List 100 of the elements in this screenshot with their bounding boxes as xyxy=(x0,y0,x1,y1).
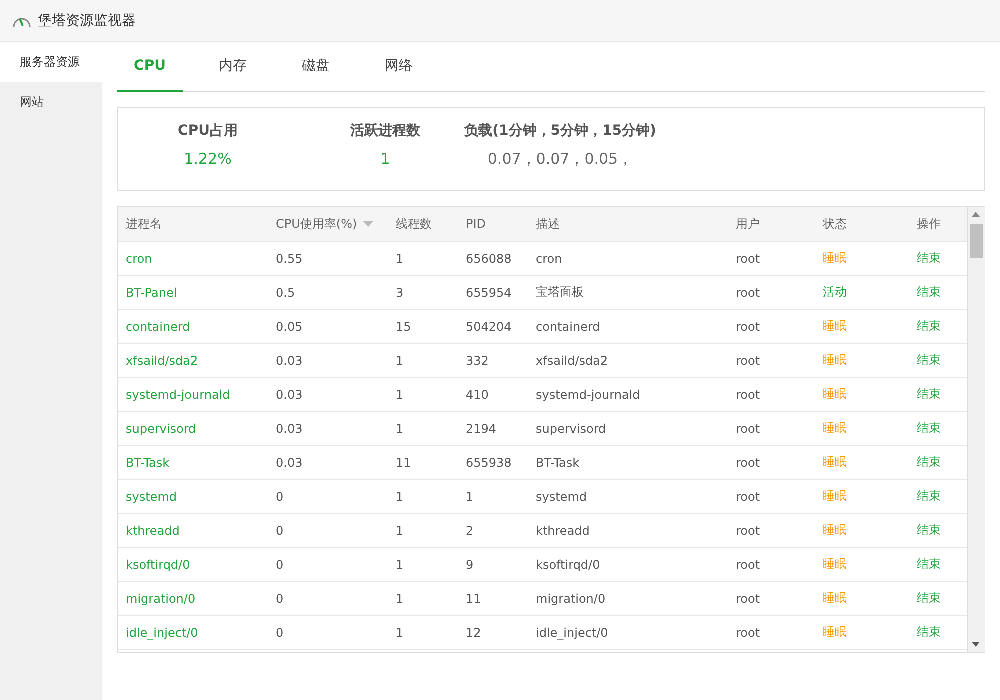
status-text: 睡眠 xyxy=(823,590,848,607)
column-header[interactable]: 用户 xyxy=(736,216,823,232)
status-text: 睡眠 xyxy=(823,352,848,369)
end-process-link[interactable]: 结束 xyxy=(917,556,967,573)
table-cell-text: root xyxy=(736,320,762,334)
sort-descending-icon xyxy=(363,221,374,227)
column-header[interactable]: 进程名 xyxy=(126,216,276,232)
stat-label: 活跃进程数 xyxy=(350,122,420,140)
table-cell-text: 0 xyxy=(276,592,285,606)
scroll-up-icon[interactable] xyxy=(972,212,980,217)
table-cell-text: 11 xyxy=(396,456,412,470)
table-cell-text: 1 xyxy=(396,524,405,538)
table-cell-text: systemd xyxy=(536,490,588,504)
process-name-link[interactable]: migration/0 xyxy=(126,592,276,606)
end-process-link[interactable]: 结束 xyxy=(917,522,967,539)
scrollbar[interactable] xyxy=(967,207,985,652)
process-name-link[interactable]: BT-Panel xyxy=(126,286,276,300)
table-cell-text: root xyxy=(736,626,762,640)
status-text: 睡眠 xyxy=(823,250,848,267)
table-cell-text: 15 xyxy=(396,320,412,334)
end-process-link[interactable]: 结束 xyxy=(917,420,967,437)
end-process-link[interactable]: 结束 xyxy=(917,590,967,607)
table-cell-text: 0.05 xyxy=(276,320,304,334)
table-cell-text: 0.03 xyxy=(276,456,304,470)
table-cell-text: kthreadd xyxy=(536,524,591,538)
table-cell-text: root xyxy=(736,286,762,300)
column-header[interactable]: 状态 xyxy=(823,216,917,232)
end-process-link[interactable]: 结束 xyxy=(917,624,967,641)
table-cell-text: 655938 xyxy=(466,456,513,470)
table-cell-text: 3 xyxy=(396,286,405,300)
table-cell-text: containerd xyxy=(536,320,602,334)
table-cell-text: 0.5 xyxy=(276,286,296,300)
process-name-link[interactable]: cron xyxy=(126,252,276,266)
table-cell-text: 0 xyxy=(276,558,285,572)
table-cell-text: root xyxy=(736,524,762,538)
table-cell-text: root xyxy=(736,354,762,368)
end-process-link[interactable]: 结束 xyxy=(917,488,967,505)
table-cell-text: 1 xyxy=(396,626,405,640)
tab[interactable]: 网络 xyxy=(366,42,432,92)
table-cell-text: 1 xyxy=(396,388,405,402)
table-cell-text: 宝塔面板 xyxy=(536,284,585,301)
end-process-link[interactable]: 结束 xyxy=(917,250,967,267)
table-cell-text: 0 xyxy=(276,524,285,538)
end-process-link[interactable]: 结束 xyxy=(917,352,967,369)
table-cell-text: migration/0 xyxy=(536,592,607,606)
column-header[interactable]: 描述 xyxy=(536,216,736,232)
table-cell-text: 0.55 xyxy=(276,252,304,266)
status-text: 睡眠 xyxy=(823,386,848,403)
table-cell-text: root xyxy=(736,456,762,470)
table-cell-text: 655954 xyxy=(466,286,513,300)
process-name-link[interactable]: idle_inject/0 xyxy=(126,626,276,640)
status-text: 睡眠 xyxy=(823,522,848,539)
process-name-link[interactable]: containerd xyxy=(126,320,276,334)
column-header[interactable]: CPU使用率(%) xyxy=(276,216,396,232)
table-cell-text: root xyxy=(736,422,762,436)
table-cell-text: 12 xyxy=(466,626,482,640)
table-cell-text: 1 xyxy=(396,592,405,606)
table-cell-text: 0.03 xyxy=(276,354,304,368)
table-cell-text: 410 xyxy=(466,388,490,402)
process-name-link[interactable]: systemd-journald xyxy=(126,388,276,402)
end-process-link[interactable]: 结束 xyxy=(917,318,967,335)
process-name-link[interactable]: systemd xyxy=(126,490,276,504)
tab[interactable]: 磁盘 xyxy=(283,42,349,92)
process-name-link[interactable]: kthreadd xyxy=(126,524,276,538)
status-text: 睡眠 xyxy=(823,420,848,437)
status-text: 睡眠 xyxy=(823,488,848,505)
table-cell-text: 0 xyxy=(276,626,285,640)
end-process-link[interactable]: 结束 xyxy=(917,386,967,403)
status-text: 睡眠 xyxy=(823,454,848,471)
table-cell-text: ksoftirqd/0 xyxy=(536,558,602,572)
table-cell-text: 0 xyxy=(276,490,285,504)
table-cell-text: 2 xyxy=(466,524,475,538)
status-text: 睡眠 xyxy=(823,556,848,573)
column-header[interactable]: 操作 xyxy=(917,216,967,232)
tab[interactable]: 内存 xyxy=(200,42,266,92)
process-name-link[interactable]: ksoftirqd/0 xyxy=(126,558,276,572)
stat-value: 1 xyxy=(380,150,390,168)
column-header[interactable]: 线程数 xyxy=(396,216,466,232)
scroll-down-icon[interactable] xyxy=(972,642,980,647)
table-cell-text: supervisord xyxy=(536,422,608,436)
table-cell-text: idle_inject/0 xyxy=(536,626,610,640)
table-cell-text: 332 xyxy=(466,354,490,368)
table-cell-text: root xyxy=(736,490,762,504)
sidebar-item[interactable]: 网站 xyxy=(0,82,102,122)
column-header[interactable]: PID xyxy=(466,217,536,231)
process-name-link[interactable]: xfsaild/sda2 xyxy=(126,354,276,368)
end-process-link[interactable]: 结束 xyxy=(917,284,967,301)
table-cell-text: 2194 xyxy=(466,422,498,436)
tab[interactable]: CPU xyxy=(117,42,183,92)
process-name-link[interactable]: BT-Task xyxy=(126,456,276,470)
end-process-link[interactable]: 结束 xyxy=(917,454,967,471)
sidebar-item[interactable]: 服务器资源 xyxy=(0,42,102,82)
table-cell-text: root xyxy=(736,558,762,572)
stat-value: 1.22% xyxy=(184,150,232,168)
process-name-link[interactable]: supervisord xyxy=(126,422,276,436)
table-cell-text: 0.03 xyxy=(276,388,304,402)
scrollbar-thumb[interactable] xyxy=(970,224,983,258)
stat-label: 负载(1分钟，5分钟，15分钟) xyxy=(464,122,656,140)
stat-label: CPU占用 xyxy=(178,122,238,140)
table-cell-text: 0.03 xyxy=(276,422,304,436)
